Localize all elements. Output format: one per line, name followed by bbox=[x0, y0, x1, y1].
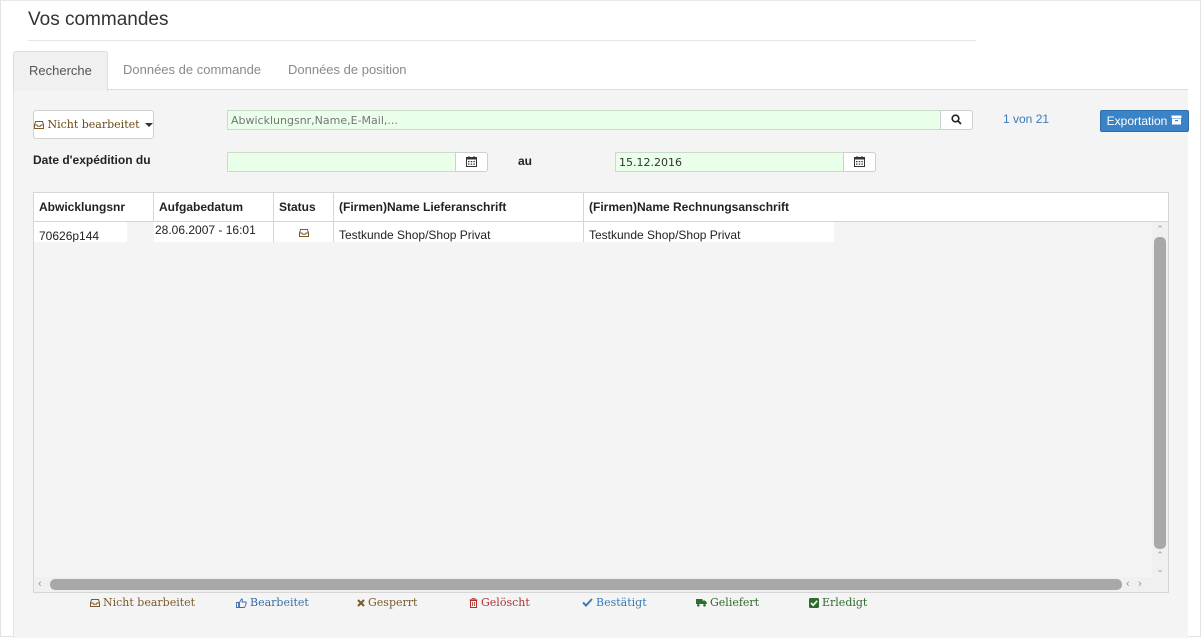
calendar-icon bbox=[854, 155, 865, 170]
cell-aufgabedatum: 28.06.2007 - 16:01 bbox=[154, 222, 274, 242]
cell-abwicklungsnr: 70626p144 bbox=[34, 222, 127, 242]
truck-icon bbox=[696, 598, 707, 607]
scroll-down-icon[interactable]: ⌄ bbox=[1156, 565, 1164, 574]
legend-bestaetigt: Bestätigt bbox=[582, 596, 647, 609]
calendar-icon bbox=[466, 155, 477, 170]
scroll-left-icon[interactable]: ‹ bbox=[38, 579, 42, 590]
scroll-right-icon[interactable]: › bbox=[1138, 579, 1142, 590]
search-icon bbox=[951, 113, 962, 128]
column-header-aufgabedatum[interactable]: Aufgabedatum bbox=[154, 193, 274, 221]
column-header-abwicklungsnr[interactable]: Abwicklungsnr bbox=[34, 193, 154, 221]
date-from-calendar-button[interactable] bbox=[455, 152, 488, 172]
scroll-up-icon[interactable]: ⌃ bbox=[1156, 225, 1164, 234]
times-icon bbox=[357, 598, 365, 607]
check-square-icon bbox=[809, 597, 819, 608]
tab-donnees-de-commande[interactable]: Données de commande bbox=[108, 51, 276, 89]
vertical-scrollbar[interactable]: ⌃ ⌃ ⌄ bbox=[1152, 222, 1168, 577]
check-icon bbox=[582, 598, 593, 607]
legend-gesperrt: Gesperrt bbox=[357, 596, 417, 609]
title-divider bbox=[28, 40, 976, 41]
legend-label: Bearbeitet bbox=[250, 596, 309, 609]
legend-label: Erledigt bbox=[822, 596, 868, 609]
horizontal-scroll-thumb[interactable] bbox=[50, 579, 1122, 590]
legend-nicht-bearbeitet: Nicht bearbeitet bbox=[90, 596, 195, 609]
scroll-up-icon[interactable]: ⌃ bbox=[1156, 551, 1164, 560]
date-from-input[interactable] bbox=[227, 152, 456, 172]
legend-bearbeitet: Bearbeitet bbox=[236, 596, 309, 609]
column-header-rechnungsanschrift[interactable]: (Firmen)Name Rechnungsanschrift bbox=[584, 193, 1168, 221]
grid-header: Abwicklungsnr Aufgabedatum Status (Firme… bbox=[34, 193, 1168, 222]
date-range-label: Date d'expédition du bbox=[33, 153, 151, 167]
export-button[interactable]: Exportation bbox=[1100, 110, 1189, 132]
search-button[interactable] bbox=[940, 110, 973, 130]
orders-grid: Abwicklungsnr Aufgabedatum Status (Firme… bbox=[33, 192, 1169, 593]
date-to-calendar-button[interactable] bbox=[843, 152, 876, 172]
legend-erledigt: Erledigt bbox=[809, 596, 867, 609]
legend-geloescht: Gelöscht bbox=[469, 596, 530, 609]
inbox-icon bbox=[299, 226, 309, 240]
cell-status bbox=[274, 222, 334, 242]
cell-lieferanschrift: Testkunde Shop/Shop Privat bbox=[334, 222, 584, 242]
tab-recherche[interactable]: Recherche bbox=[13, 51, 108, 91]
horizontal-scrollbar[interactable]: ‹ ‹ › bbox=[34, 577, 1168, 592]
trash-icon bbox=[469, 597, 478, 608]
export-label: Exportation bbox=[1106, 114, 1168, 128]
page-title: Vos commandes bbox=[28, 9, 169, 30]
date-to-label: au bbox=[518, 154, 533, 168]
inbox-icon bbox=[90, 598, 100, 607]
inbox-icon bbox=[34, 120, 45, 129]
legend-label: Gelöscht bbox=[481, 596, 530, 609]
date-to-input[interactable] bbox=[615, 152, 844, 172]
caret-down-icon bbox=[144, 122, 153, 127]
column-header-status[interactable]: Status bbox=[274, 193, 334, 221]
status-filter-label: Nicht bearbeitet bbox=[47, 118, 140, 131]
thumbs-up-icon bbox=[236, 597, 247, 608]
archive-icon bbox=[1171, 114, 1182, 128]
legend-geliefert: Geliefert bbox=[696, 596, 759, 609]
tab-donnees-de-position[interactable]: Données de position bbox=[273, 51, 422, 89]
legend-label: Nicht bearbeitet bbox=[103, 596, 196, 609]
column-header-lieferanschrift[interactable]: (Firmen)Name Lieferanschrift bbox=[334, 193, 584, 221]
cell-rechnungsanschrift: Testkunde Shop/Shop Privat bbox=[584, 222, 834, 242]
status-filter-dropdown[interactable]: Nicht bearbeitet bbox=[33, 110, 154, 139]
legend-label: Geliefert bbox=[710, 596, 760, 609]
scroll-left-icon[interactable]: ‹ bbox=[1126, 579, 1130, 590]
legend-label: Gesperrt bbox=[368, 596, 418, 609]
pagination-info[interactable]: 1 von 21 bbox=[1003, 112, 1049, 126]
legend-label: Bestätigt bbox=[596, 596, 647, 609]
search-input[interactable] bbox=[227, 110, 941, 130]
vertical-scroll-thumb[interactable] bbox=[1154, 237, 1166, 549]
